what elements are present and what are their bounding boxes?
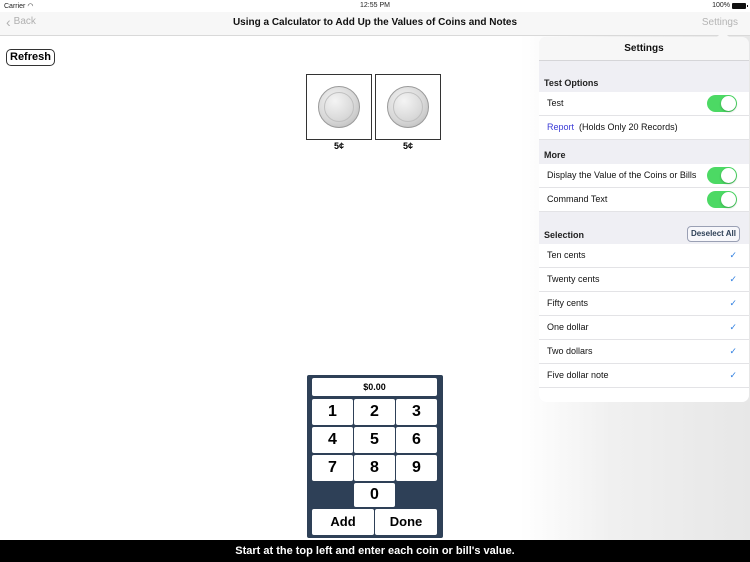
instruction-bar: Start at the top left and enter each coi… — [0, 540, 750, 562]
key-9[interactable]: 9 — [396, 455, 437, 481]
test-row: Test — [539, 92, 749, 116]
section-header-test-options: Test Options — [544, 78, 599, 88]
selection-item[interactable]: One dollar ✓ — [539, 316, 749, 340]
display-value-toggle[interactable] — [707, 167, 737, 184]
battery-indicator: 100% — [712, 2, 748, 9]
checkmark-icon: ✓ — [729, 370, 737, 380]
refresh-button[interactable]: Refresh — [6, 49, 55, 66]
settings-popover: Settings Test Options Test Report (Holds… — [539, 37, 749, 402]
key-3[interactable]: 3 — [396, 399, 437, 425]
selection-item-partial[interactable] — [539, 388, 749, 402]
command-text-label: Command Text — [547, 194, 608, 204]
five-cent-coin-icon — [387, 86, 429, 128]
selection-item[interactable]: Ten cents ✓ — [539, 244, 749, 268]
section-header-selection: Selection Deselect All — [539, 226, 749, 242]
command-text-row: Command Text — [539, 188, 749, 212]
display-value-row: Display the Value of the Coins or Bills — [539, 164, 749, 188]
key-5[interactable]: 5 — [354, 427, 395, 453]
key-0[interactable]: 0 — [354, 483, 395, 507]
deselect-all-button[interactable]: Deselect All — [686, 226, 740, 242]
key-2[interactable]: 2 — [354, 399, 395, 425]
settings-button[interactable]: Settings — [702, 17, 738, 28]
checkmark-icon: ✓ — [729, 346, 737, 356]
add-button[interactable]: Add — [312, 509, 374, 535]
report-link[interactable]: Report — [547, 122, 574, 132]
test-toggle[interactable] — [707, 95, 737, 112]
command-text-toggle[interactable] — [707, 191, 737, 208]
coin-value-label: 5¢ — [333, 141, 344, 151]
navigation-bar: ‹ Back Using a Calculator to Add Up the … — [0, 12, 750, 36]
key-7[interactable]: 7 — [312, 455, 353, 481]
coin-value-label: 5¢ — [402, 141, 413, 151]
selection-item[interactable]: Two dollars ✓ — [539, 340, 749, 364]
key-6[interactable]: 6 — [396, 427, 437, 453]
five-cent-coin-icon — [318, 86, 360, 128]
selection-item[interactable]: Fifty cents ✓ — [539, 292, 749, 316]
clock: 12:55 PM — [360, 2, 390, 9]
checkmark-icon: ✓ — [729, 250, 737, 260]
popover-title: Settings — [539, 37, 749, 61]
coin-card[interactable] — [306, 74, 372, 140]
test-label: Test — [547, 98, 564, 108]
calculator-keypad: $0.00 1 2 3 4 5 6 7 8 9 0 Add Done — [307, 375, 443, 538]
battery-icon — [732, 2, 748, 9]
page-title: Using a Calculator to Add Up the Values … — [232, 17, 518, 28]
key-1[interactable]: 1 — [312, 399, 353, 425]
checkmark-icon: ✓ — [729, 298, 737, 308]
selection-item[interactable]: Five dollar note ✓ — [539, 364, 749, 388]
report-note: (Holds Only 20 Records) — [579, 122, 678, 132]
coin-card[interactable] — [375, 74, 441, 140]
selection-item[interactable]: Twenty cents ✓ — [539, 268, 749, 292]
checkmark-icon: ✓ — [729, 322, 737, 332]
checkmark-icon: ✓ — [729, 274, 737, 284]
status-bar: Carrier ◠ 12:55 PM 100% — [0, 0, 750, 12]
key-4[interactable]: 4 — [312, 427, 353, 453]
done-button[interactable]: Done — [375, 509, 437, 535]
report-row: Report (Holds Only 20 Records) — [539, 116, 749, 140]
key-8[interactable]: 8 — [354, 455, 395, 481]
display-value-label: Display the Value of the Coins or Bills — [547, 170, 697, 180]
section-header-more: More — [544, 150, 566, 160]
calculator-display: $0.00 — [312, 378, 437, 396]
